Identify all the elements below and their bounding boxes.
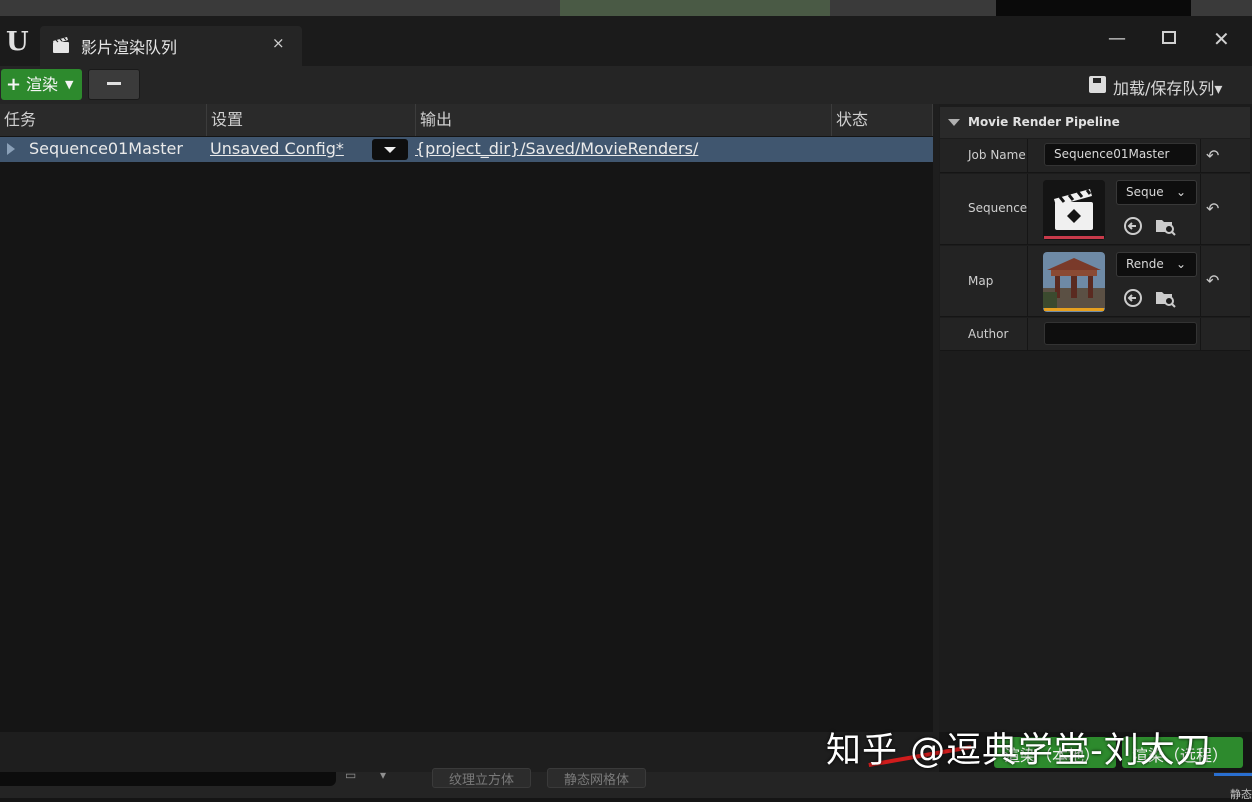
load-save-queue-button[interactable]: 加载/保存队列▾ (1113, 75, 1222, 99)
queue-footer (0, 732, 939, 772)
use-selected-asset-icon[interactable] (1122, 215, 1144, 237)
output-path-link[interactable]: {project_dir}/Saved/MovieRenders/ (415, 139, 698, 158)
maximize-icon[interactable] (1162, 31, 1176, 44)
divider (1027, 174, 1028, 244)
status-text: 静态 (1230, 788, 1252, 801)
minimize-icon[interactable]: — (1108, 28, 1126, 49)
window-close-icon[interactable]: ✕ (1213, 27, 1230, 51)
column-header-output[interactable]: 输出 (416, 104, 832, 136)
panel-section-header[interactable]: Movie Render Pipeline (940, 107, 1250, 138)
clapperboard-icon (53, 37, 69, 53)
column-header-job[interactable]: 任务 (0, 104, 207, 136)
author-label: Author (968, 327, 1009, 341)
render-button-label: 渲染 (26, 75, 59, 94)
expand-arrow-icon[interactable] (7, 143, 15, 155)
window-icon[interactable]: ▭ (345, 768, 356, 782)
sequence-picker[interactable]: Seque ⌄ (1116, 180, 1197, 205)
divider (1027, 246, 1028, 316)
sequence-picker-value: Seque (1126, 185, 1164, 199)
render-button[interactable]: + 渲染 ▼ (1, 69, 82, 100)
job-name-row: Job Name Sequence01Master ↶ (940, 139, 1250, 173)
browse-folder-icon[interactable] (1154, 215, 1176, 237)
author-field[interactable] (1044, 322, 1197, 345)
column-header-status[interactable]: 状态 (832, 104, 933, 136)
author-row: Author (940, 318, 1250, 351)
plus-icon: + (6, 74, 22, 95)
save-icon (1089, 76, 1106, 93)
focus-highlight (1214, 773, 1252, 776)
panel-section-title: Movie Render Pipeline (968, 115, 1120, 129)
minus-icon (107, 82, 121, 85)
sequence-label: Sequence (968, 201, 1028, 215)
divider (1027, 318, 1028, 350)
caret-down-icon (384, 147, 396, 153)
divider (1200, 246, 1201, 316)
divider (1027, 139, 1028, 172)
map-picker-value: Rende (1126, 257, 1164, 271)
remove-job-button[interactable] (88, 69, 140, 100)
map-row: Map Rende ⌄ ↶ (940, 246, 1250, 317)
clapperboard-icon (1043, 180, 1105, 240)
collapse-caret-icon (948, 119, 960, 126)
job-name-cell: Sequence01Master (29, 139, 183, 158)
toolbar (0, 66, 1252, 104)
chevron-down-icon: ⌄ (1175, 185, 1186, 199)
unreal-logo-icon: U (6, 27, 29, 57)
reset-icon[interactable]: ↶ (1206, 199, 1219, 218)
viewport-foliage (560, 0, 830, 16)
browse-folder-icon[interactable] (1154, 287, 1176, 309)
map-label: Map (968, 274, 994, 288)
job-name-field[interactable]: Sequence01Master (1044, 143, 1197, 166)
chevron-down-icon: ⌄ (1175, 257, 1186, 271)
job-name-label: Job Name (968, 148, 1026, 162)
tab-close-icon[interactable]: × (272, 34, 285, 52)
divider (1200, 139, 1201, 172)
column-header-settings[interactable]: 设置 (207, 104, 416, 136)
texture-cube-button[interactable]: 纹理立方体 (432, 768, 532, 788)
divider (1200, 174, 1201, 244)
map-picker[interactable]: Rende ⌄ (1116, 252, 1197, 277)
watermark: 知乎 @逗典学堂-刘大刀 (826, 731, 1212, 771)
caret-down-icon: ▼ (65, 78, 74, 91)
map-thumbnail[interactable] (1043, 252, 1105, 312)
settings-dropdown-button[interactable] (372, 139, 408, 160)
settings-link[interactable]: Unsaved Config* (210, 139, 344, 158)
viewport-dark-region (996, 0, 1191, 16)
divider (1200, 318, 1201, 350)
viewport-strip (0, 0, 1252, 16)
tab-title: 影片渲染队列 (81, 38, 178, 57)
map-preview-image (1043, 252, 1105, 312)
sequence-row: Sequence Seque ⌄ ↶ (940, 174, 1250, 245)
console-input[interactable] (0, 772, 336, 786)
pin-icon[interactable]: ▾ (380, 768, 386, 782)
sequence-thumbnail[interactable] (1043, 180, 1105, 240)
job-queue-list (0, 104, 933, 732)
reset-icon[interactable]: ↶ (1206, 271, 1219, 290)
reset-icon[interactable]: ↶ (1206, 146, 1219, 165)
static-mesh-button[interactable]: 静态网格体 (547, 768, 647, 788)
use-selected-asset-icon[interactable] (1122, 287, 1144, 309)
